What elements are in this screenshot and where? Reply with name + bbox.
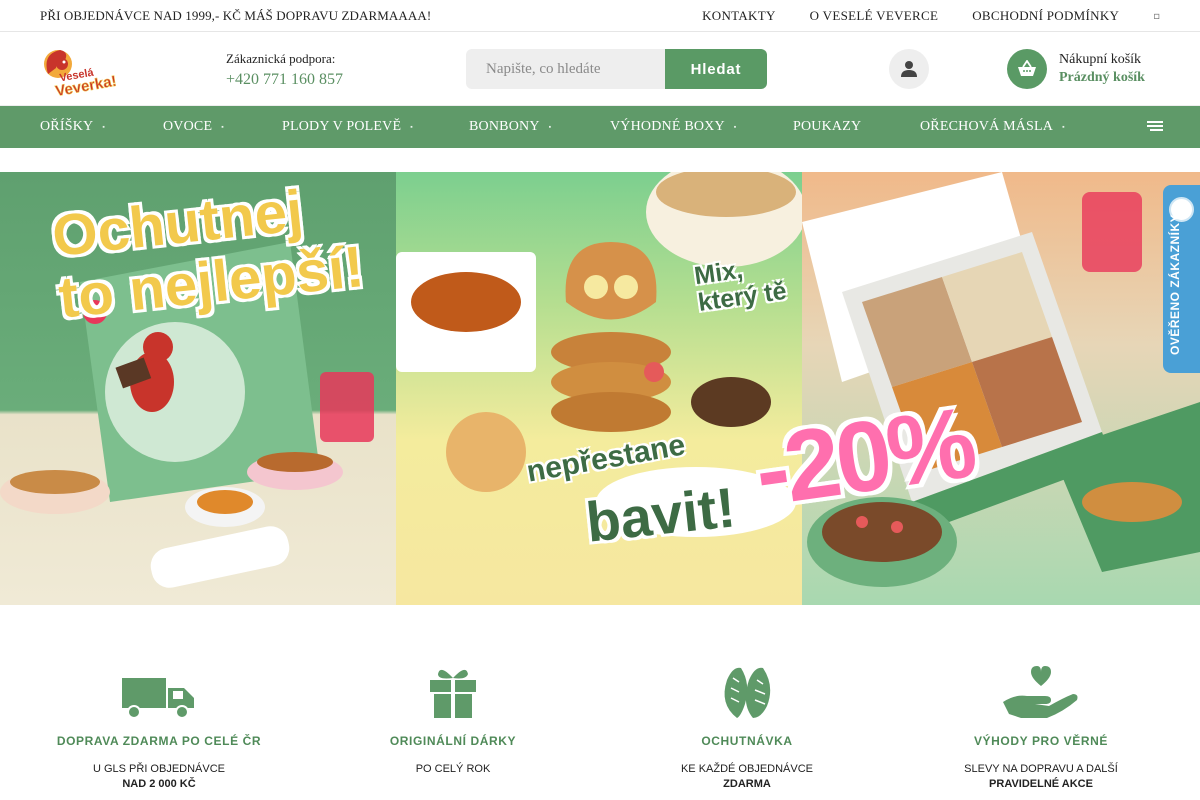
gift-box-illustration (802, 172, 1200, 587)
feature-title: DOPRAVA ZDARMA PO CELÉ ČR (56, 734, 262, 748)
nav-item-label: OVOCE (163, 119, 213, 134)
cart-button[interactable] (1007, 49, 1047, 89)
feature-title: ORIGINÁLNÍ DÁRKY (389, 734, 517, 748)
link-terms[interactable]: OBCHODNÍ PODMÍNKY (972, 8, 1119, 24)
hero-panel-mix: Mix, který tě nepřestane bavit! (396, 172, 802, 605)
hero-banner[interactable]: Ochutnej to nejlepší! Mix, který tě nepř… (0, 172, 1200, 605)
hero-panel-box (802, 172, 1200, 605)
feature-sub1: KE KAŽDÉ OBJEDNÁVCE (680, 763, 814, 775)
feature-sub1: U GLS PŘI OBJEDNÁVCE (92, 763, 226, 775)
cart-status: Prázdný košík (1059, 70, 1145, 85)
basket-icon (1018, 60, 1036, 76)
top-bar: PŘI OBJEDNÁVCE NAD 1999,- KČ MÁŠ DOPRAVU… (0, 0, 1200, 32)
header: Veselá Veverka! Zákaznická podpora: +420… (0, 32, 1200, 106)
feature-sub1: PO CELÝ ROK (415, 763, 491, 775)
feature-sub2: PRAVIDELNÉ AKCE (989, 778, 1093, 790)
feature-sub1: SLEVY NA DOPRAVU A DALŠÍ (964, 763, 1118, 775)
chevron-down-icon: ▪ (1062, 123, 1065, 131)
feature-title: OCHUTNÁVKA (701, 734, 793, 748)
support-label: Zákaznická podpora: (226, 51, 336, 66)
features-row: DOPRAVA ZDARMA PO CELÉ ČR U GLS PŘI OBJE… (0, 660, 1200, 800)
feature-tasting: OCHUTNÁVKA KE KAŽDÉ OBJEDNÁVCE ZDARMA (627, 660, 867, 790)
verified-customers-badge[interactable]: OVĚŘENO ZÁKAZNÍKY (1163, 185, 1200, 373)
chevron-down-icon: ▪ (102, 123, 106, 131)
search-button[interactable]: Hledat (665, 49, 767, 89)
nav-item-nuts[interactable]: OŘÍŠKY ▪ (40, 106, 105, 148)
nav-item-nut-butters[interactable]: OŘECHOVÁ MÁSLA ▪ (920, 106, 1065, 148)
almond-icon (627, 660, 867, 720)
feature-loyalty: VÝHODY PRO VĚRNÉ SLEVY NA DOPRAVU A DALŠ… (921, 660, 1161, 790)
free-shipping-promo: PŘI OBJEDNÁVCE NAD 1999,- KČ MÁŠ DOPRAVU… (40, 7, 432, 23)
verified-label: OVĚŘENO ZÁKAZNÍKY (1168, 213, 1182, 355)
chevron-down-icon: ▪ (410, 123, 413, 131)
main-nav: OŘÍŠKY ▪ OVOCE ▪ PLODY V POLEVĚ ▪ BONBONY ▪ … (0, 106, 1200, 148)
nav-item-label: VÝHODNÉ BOXY (610, 119, 725, 134)
nav-item-label: OŘECHOVÁ MÁSLA (920, 119, 1054, 134)
feature-sub2: NAD 2 000 KČ (122, 778, 196, 790)
feature-title: VÝHODY PRO VĚRNÉ (973, 734, 1109, 748)
chevron-down-icon: ▪ (221, 123, 224, 131)
account-button[interactable] (889, 49, 929, 89)
nav-item-label: POUKAZY (793, 119, 862, 134)
search-bar: Hledat (466, 49, 767, 89)
heart-hand-icon (921, 660, 1161, 720)
top-links: KONTAKTY O VESELÉ VEVERCE OBCHODNÍ PODMÍ… (668, 0, 1160, 32)
cart-summary[interactable]: Nákupní košík Prázdný košík (1059, 52, 1145, 86)
search-input[interactable] (466, 49, 665, 89)
customer-support: Zákaznická podpora: +420 771 160 857 (226, 51, 343, 89)
menu-icon[interactable] (1147, 121, 1163, 133)
hero-panel-taste: Ochutnej to nejlepší! (0, 172, 396, 605)
cart-title: Nákupní košík (1059, 52, 1142, 67)
gift-icon (333, 660, 573, 720)
chevron-down-icon: ▪ (548, 123, 552, 131)
logo[interactable]: Veselá Veverka! (40, 44, 120, 100)
more-links-icon[interactable]: ▫ (1153, 11, 1160, 22)
truck-icon (39, 660, 279, 720)
squirrel-logo-icon: Veselá Veverka! (44, 50, 118, 100)
user-icon (901, 61, 917, 77)
feature-sub2: ZDARMA (723, 778, 771, 790)
link-about[interactable]: O VESELÉ VEVERCE (810, 8, 939, 24)
feature-free-shipping: DOPRAVA ZDARMA PO CELÉ ČR U GLS PŘI OBJE… (39, 660, 279, 790)
feature-original-gifts: ORIGINÁLNÍ DÁRKY PO CELÝ ROK (333, 660, 573, 775)
nav-item-label: PLODY V POLEVĚ (282, 119, 402, 134)
nav-item-candy[interactable]: BONBONY ▪ (469, 106, 551, 148)
nav-item-label: BONBONY (469, 119, 540, 134)
nav-item-vouchers[interactable]: POUKAZY (793, 106, 861, 148)
chevron-down-icon: ▪ (733, 123, 737, 131)
nav-item-boxes[interactable]: VÝHODNÉ BOXY ▪ (610, 106, 736, 148)
link-contacts[interactable]: KONTAKTY (702, 8, 776, 24)
nav-item-label: OŘÍŠKY (40, 119, 94, 134)
support-phone[interactable]: +420 771 160 857 (226, 71, 343, 89)
nav-item-coated[interactable]: PLODY V POLEVĚ ▪ (282, 106, 413, 148)
nav-item-fruit[interactable]: OVOCE ▪ (163, 106, 224, 148)
